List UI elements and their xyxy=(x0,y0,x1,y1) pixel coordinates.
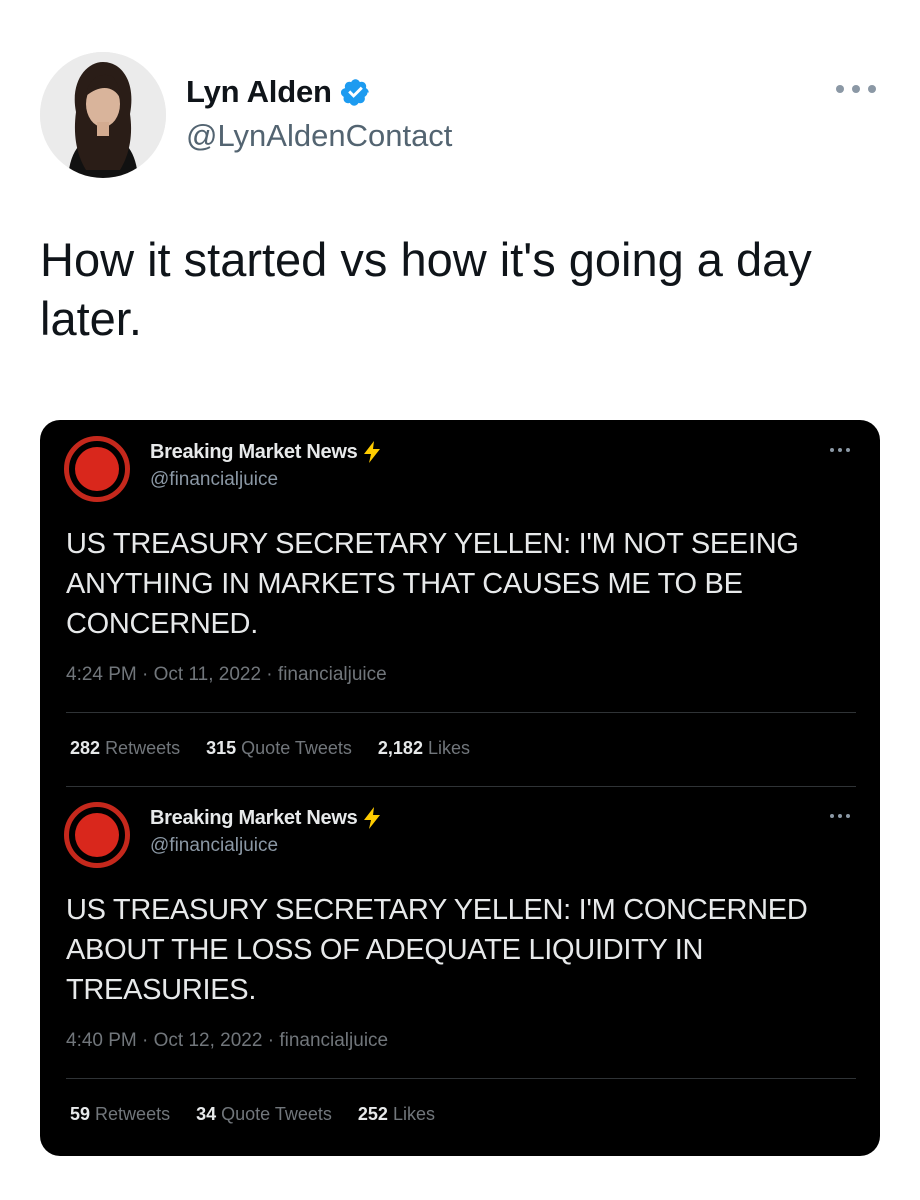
retweet-count-value: 59 xyxy=(70,1104,91,1124)
more-options-icon xyxy=(830,448,850,454)
quoted-tweet-timestamp: 4:24 PM · Oct 11, 2022 · financialjuice xyxy=(66,664,387,685)
quote-count-label: Quote Tweets xyxy=(241,738,352,758)
like-count-value: 252 xyxy=(357,1104,388,1124)
divider xyxy=(66,1078,856,1079)
divider xyxy=(66,712,856,713)
quote-count-value: 34 xyxy=(196,1104,217,1124)
like-count-label: Likes xyxy=(427,738,470,758)
quoted-name-row: Breaking Market News xyxy=(150,806,383,830)
quoted-tweet-text: US TREASURY SECRETARY YELLEN: I'M NOT SE… xyxy=(66,528,799,640)
quote-count: 34 Quote Tweets xyxy=(196,1104,332,1125)
retweet-count-label: Retweets xyxy=(105,738,181,758)
retweet-count-value: 282 xyxy=(70,738,101,758)
more-options-icon[interactable] xyxy=(836,82,876,96)
lightning-bolt-icon xyxy=(364,441,381,463)
quoted-avatar xyxy=(64,802,130,868)
retweet-count: 59 Retweets xyxy=(70,1104,170,1125)
tweet-header: Lyn Alden @LynAldenContact xyxy=(40,52,880,178)
quoted-name-row: Breaking Market News xyxy=(150,440,383,464)
quoted-author-handle: @financialjuice xyxy=(150,469,279,490)
verified-badge-icon xyxy=(340,78,369,106)
like-count-label: Likes xyxy=(392,1104,435,1124)
quoted-avatar xyxy=(64,436,130,502)
retweet-count: 282 Retweets xyxy=(70,738,180,759)
like-count-value: 2,182 xyxy=(377,738,423,758)
quoted-author-name: Breaking Market News xyxy=(150,806,358,829)
quote-count: 315 Quote Tweets xyxy=(206,738,352,759)
author-avatar[interactable] xyxy=(40,52,166,178)
author-name-row: Lyn Alden xyxy=(186,74,371,110)
like-count: 252 Likes xyxy=(358,1104,435,1125)
lightning-bolt-icon xyxy=(364,807,381,829)
quoted-tweet-stats: 59 Retweets 34 Quote Tweets 252 Likes xyxy=(70,1104,461,1125)
like-count: 2,182 Likes xyxy=(378,738,470,759)
quoted-tweet-stats: 282 Retweets 315 Quote Tweets 2,182 Like… xyxy=(70,738,496,759)
quoted-tweet-timestamp: 4:40 PM · Oct 12, 2022 · financialjuice xyxy=(66,1030,389,1051)
author-handle[interactable]: @LynAldenContact xyxy=(186,118,452,154)
quoted-author-handle: @financialjuice xyxy=(150,835,279,856)
quote-count-value: 315 xyxy=(206,738,237,758)
author-name[interactable]: Lyn Alden xyxy=(186,74,332,110)
quoted-author-name: Breaking Market News xyxy=(150,440,358,463)
quoted-tweet-text: US TREASURY SECRETARY YELLEN: I'M CONCER… xyxy=(66,894,808,1006)
quote-count-label: Quote Tweets xyxy=(221,1104,332,1124)
retweet-count-label: Retweets xyxy=(95,1104,171,1124)
divider xyxy=(66,786,856,787)
tweet-media-image[interactable]: Breaking Market News @financialjuice US … xyxy=(40,420,880,1156)
more-options-icon xyxy=(830,814,850,820)
tweet-text: How it started vs how it's going a day l… xyxy=(40,233,812,345)
